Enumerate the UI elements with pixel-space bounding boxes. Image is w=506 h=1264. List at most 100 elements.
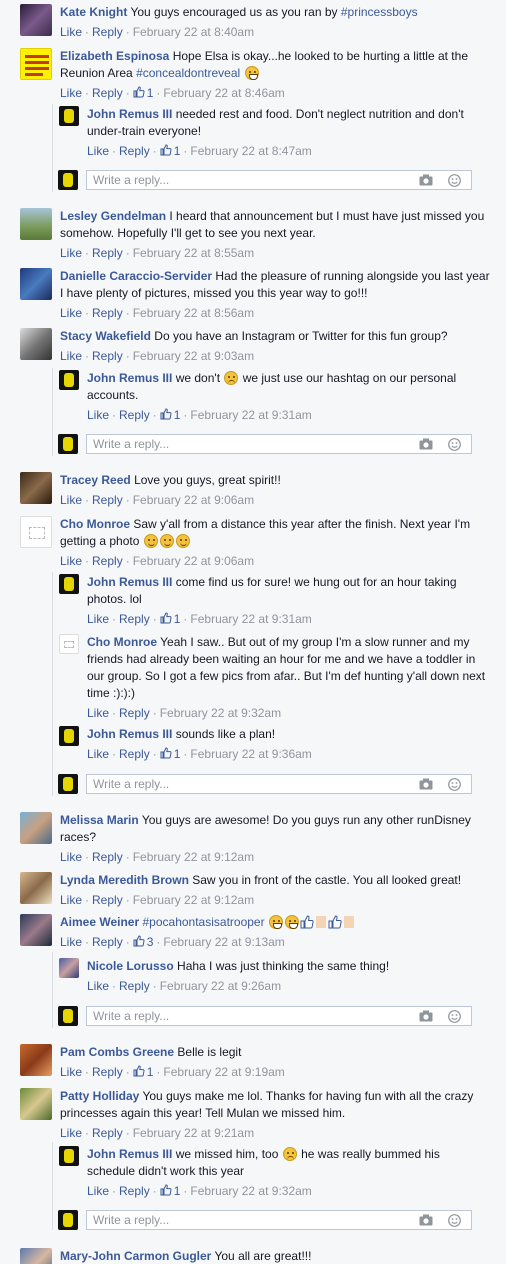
- write-reply-input[interactable]: Write a reply...: [86, 434, 472, 454]
- comment-author[interactable]: Lesley Gendelman: [60, 209, 166, 223]
- reply-link[interactable]: Reply: [92, 554, 123, 568]
- comment-author[interactable]: Tracey Reed: [60, 473, 131, 487]
- reply-link[interactable]: Reply: [92, 493, 123, 507]
- comment-author[interactable]: John Remus III: [87, 371, 172, 385]
- timestamp[interactable]: February 22 at 9:36am: [190, 747, 311, 761]
- timestamp[interactable]: February 22 at 8:40am: [133, 25, 254, 39]
- avatar[interactable]: [20, 208, 52, 240]
- avatar[interactable]: [20, 472, 52, 504]
- timestamp[interactable]: February 22 at 9:13am: [163, 935, 284, 949]
- like-link[interactable]: Like: [87, 706, 109, 720]
- write-reply-input[interactable]: Write a reply...: [86, 774, 472, 794]
- comment-author[interactable]: Cho Monroe: [60, 517, 130, 531]
- write-reply-input[interactable]: Write a reply...: [86, 170, 472, 190]
- reply-link[interactable]: Reply: [92, 935, 123, 949]
- smiley-icon[interactable]: [448, 438, 461, 451]
- comment-author[interactable]: Aimee Weiner: [60, 915, 139, 929]
- reply-link[interactable]: Reply: [92, 1065, 123, 1079]
- like-link[interactable]: Like: [87, 612, 109, 626]
- reply-link[interactable]: Reply: [92, 1126, 123, 1140]
- avatar[interactable]: [20, 872, 52, 904]
- timestamp[interactable]: February 22 at 8:46am: [163, 86, 284, 100]
- avatar[interactable]: [20, 268, 52, 300]
- comment-author[interactable]: John Remus III: [87, 107, 172, 121]
- avatar[interactable]: [59, 1146, 79, 1166]
- hashtag-link[interactable]: #princessboys: [341, 5, 418, 19]
- reply-link[interactable]: Reply: [119, 706, 150, 720]
- timestamp[interactable]: February 22 at 8:47am: [190, 144, 311, 158]
- timestamp[interactable]: February 22 at 9:06am: [133, 493, 254, 507]
- write-reply-input[interactable]: Write a reply...: [86, 1210, 472, 1230]
- avatar[interactable]: [20, 1088, 52, 1120]
- like-link[interactable]: Like: [87, 747, 109, 761]
- avatar[interactable]: [59, 958, 79, 978]
- timestamp[interactable]: February 22 at 9:06am: [133, 554, 254, 568]
- like-link[interactable]: Like: [60, 893, 82, 907]
- avatar[interactable]: [20, 48, 52, 80]
- smiley-icon[interactable]: [448, 778, 461, 791]
- comment-author[interactable]: Cho Monroe: [87, 635, 157, 649]
- timestamp[interactable]: February 22 at 9:03am: [133, 349, 254, 363]
- like-link[interactable]: Like: [60, 493, 82, 507]
- timestamp[interactable]: February 22 at 8:56am: [133, 306, 254, 320]
- comment-author[interactable]: John Remus III: [87, 1147, 172, 1161]
- reply-link[interactable]: Reply: [92, 893, 123, 907]
- smiley-icon[interactable]: [448, 1010, 461, 1023]
- comment-author[interactable]: Patty Holliday: [60, 1089, 139, 1103]
- timestamp[interactable]: February 22 at 9:12am: [133, 893, 254, 907]
- comment-author[interactable]: Kate Knight: [60, 5, 127, 19]
- timestamp[interactable]: February 22 at 9:31am: [190, 612, 311, 626]
- reply-link[interactable]: Reply: [119, 747, 150, 761]
- like-link[interactable]: Like: [60, 554, 82, 568]
- camera-icon[interactable]: [419, 1010, 433, 1022]
- reply-link[interactable]: Reply: [119, 979, 150, 993]
- comment-author[interactable]: Pam Combs Greene: [60, 1045, 174, 1059]
- avatar[interactable]: [20, 328, 52, 360]
- reply-link[interactable]: Reply: [92, 25, 123, 39]
- avatar[interactable]: [20, 1248, 52, 1264]
- camera-icon[interactable]: [419, 438, 433, 450]
- timestamp[interactable]: February 22 at 9:32am: [160, 706, 281, 720]
- reply-link[interactable]: Reply: [119, 612, 150, 626]
- avatar[interactable]: [59, 106, 79, 126]
- reply-link[interactable]: Reply: [119, 408, 150, 422]
- reply-link[interactable]: Reply: [119, 144, 150, 158]
- like-link[interactable]: Like: [60, 1126, 82, 1140]
- avatar[interactable]: [20, 914, 52, 946]
- comment-author[interactable]: Mary-John Carmon Gugler: [60, 1249, 211, 1263]
- avatar[interactable]: [20, 4, 52, 36]
- like-link[interactable]: Like: [87, 144, 109, 158]
- comment-author[interactable]: John Remus III: [87, 727, 172, 741]
- like-link[interactable]: Like: [60, 306, 82, 320]
- comment-author[interactable]: Stacy Wakefield: [60, 329, 151, 343]
- timestamp[interactable]: February 22 at 9:31am: [190, 408, 311, 422]
- camera-icon[interactable]: [419, 174, 433, 186]
- write-reply-input[interactable]: Write a reply...: [86, 1006, 472, 1026]
- timestamp[interactable]: February 22 at 9:32am: [190, 1184, 311, 1198]
- hashtag-link[interactable]: #pocahontasisatrooper: [143, 915, 265, 929]
- avatar[interactable]: [20, 812, 52, 844]
- hashtag-link[interactable]: #concealdontreveal: [136, 66, 240, 80]
- comment-author[interactable]: Nicole Lorusso: [87, 959, 174, 973]
- like-link[interactable]: Like: [60, 25, 82, 39]
- reply-link[interactable]: Reply: [92, 246, 123, 260]
- reply-link[interactable]: Reply: [92, 86, 123, 100]
- avatar[interactable]: [20, 516, 52, 548]
- avatar[interactable]: [59, 634, 79, 654]
- timestamp[interactable]: February 22 at 9:26am: [160, 979, 281, 993]
- timestamp[interactable]: February 22 at 9:21am: [133, 1126, 254, 1140]
- camera-icon[interactable]: [419, 778, 433, 790]
- like-link[interactable]: Like: [60, 246, 82, 260]
- avatar[interactable]: [59, 726, 79, 746]
- comment-author[interactable]: Lynda Meredith Brown: [60, 873, 189, 887]
- like-link[interactable]: Like: [60, 850, 82, 864]
- smiley-icon[interactable]: [448, 1214, 461, 1227]
- reply-link[interactable]: Reply: [92, 306, 123, 320]
- avatar[interactable]: [20, 1044, 52, 1076]
- reply-link[interactable]: Reply: [119, 1184, 150, 1198]
- like-link[interactable]: Like: [60, 86, 82, 100]
- avatar[interactable]: [59, 574, 79, 594]
- camera-icon[interactable]: [419, 1214, 433, 1226]
- comment-author[interactable]: Melissa Marin: [60, 813, 139, 827]
- timestamp[interactable]: February 22 at 8:55am: [133, 246, 254, 260]
